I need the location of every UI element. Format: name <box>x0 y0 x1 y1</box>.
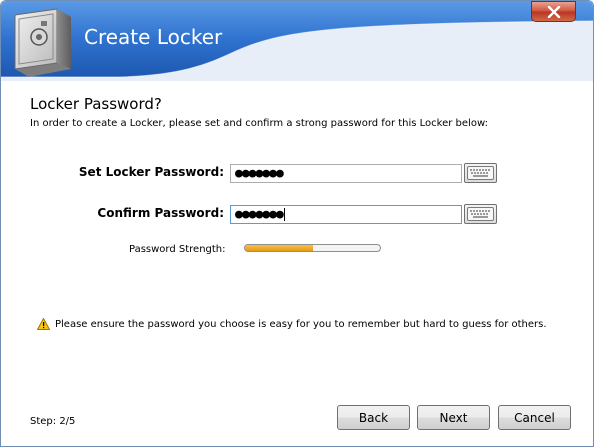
keyboard-icon <box>467 207 494 221</box>
password-strength-meter <box>244 244 381 252</box>
page-intro: In order to create a Locker, please set … <box>30 118 488 129</box>
page-heading: Locker Password? <box>30 95 162 113</box>
close-button[interactable] <box>531 1 576 22</box>
create-locker-window: Create Locker Locker Password? In order … <box>0 0 594 447</box>
password-strength-fill <box>245 245 313 251</box>
confirm-password-label: Confirm Password: <box>97 206 224 220</box>
confirm-password-keyboard-button[interactable] <box>464 204 497 224</box>
set-password-label: Set Locker Password: <box>78 165 224 179</box>
back-button[interactable]: Back <box>337 405 410 430</box>
password-strength-label: Password Strength: <box>129 244 226 255</box>
locker-safe-icon <box>5 5 75 83</box>
confirm-password-value: ●●●●●●● <box>235 207 284 222</box>
confirm-password-field[interactable]: ●●●●●●● <box>230 205 462 224</box>
step-indicator: Step: 2/5 <box>30 416 76 427</box>
warning-icon <box>37 318 50 330</box>
close-icon <box>547 5 560 18</box>
set-password-value: ●●●●●●● <box>235 166 284 181</box>
keyboard-icon <box>467 166 494 180</box>
set-password-field[interactable]: ●●●●●●● <box>230 164 462 183</box>
cancel-button[interactable]: Cancel <box>498 405 571 430</box>
wizard-header: Create Locker <box>1 1 593 81</box>
window-title: Create Locker <box>84 25 223 49</box>
set-password-keyboard-button[interactable] <box>464 163 497 183</box>
text-caret <box>283 208 285 221</box>
next-button[interactable]: Next <box>417 405 490 430</box>
password-warning: Please ensure the password you choose is… <box>37 318 547 330</box>
warning-text: Please ensure the password you choose is… <box>55 318 547 330</box>
